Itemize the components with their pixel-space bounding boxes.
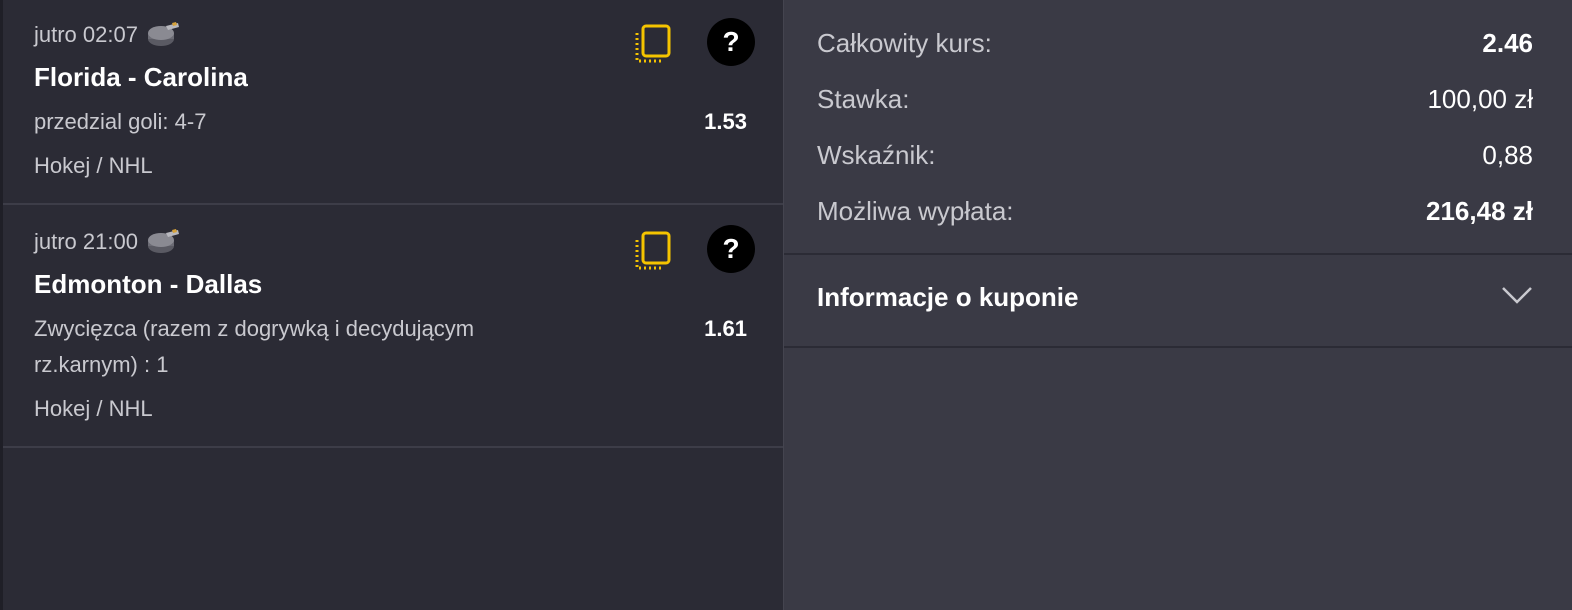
bet-list: jutro 02:07 Florida - Carolina przedzial… <box>0 0 783 610</box>
payout-value: 216,48 zł <box>1426 196 1533 226</box>
bet-league: Hokej / NHL <box>34 153 153 178</box>
help-button[interactable]: ? <box>707 18 755 66</box>
hockey-puck-icon <box>146 229 179 255</box>
bet-teams: Edmonton - Dallas <box>34 269 263 299</box>
coupon-summary: Całkowity kurs: 2.46 Stawka: 100,00 zł W… <box>784 0 1572 610</box>
divider <box>784 346 1572 348</box>
coupon-info-toggle[interactable]: Informacje o kuponie <box>817 282 1533 313</box>
bet-item: jutro 21:00 Edmonton - Dallas Zwycięzca … <box>3 205 783 448</box>
bet-teams: Florida - Carolina <box>34 62 248 92</box>
total-odds-row: Całkowity kurs: 2.46 <box>817 28 1533 59</box>
payout-row: Możliwa wypłata: 216,48 zł <box>817 196 1533 227</box>
question-icon: ? <box>722 233 740 264</box>
bet-league: Hokej / NHL <box>34 396 153 421</box>
bet-item: jutro 02:07 Florida - Carolina przedzial… <box>3 0 783 205</box>
chevron-down-icon <box>1501 285 1533 310</box>
bet-time: jutro 02:07 <box>34 22 179 48</box>
bet-market: przedzial goli: 4-7 <box>34 109 207 134</box>
bet-time-text: jutro 21:00 <box>34 229 138 254</box>
coupon-info-label: Informacje o kuponie <box>817 282 1079 312</box>
total-odds-value: 2.46 <box>1482 28 1533 58</box>
divider <box>784 253 1572 255</box>
stake-value: 100,00 zł <box>1427 84 1533 114</box>
stake-row: Stawka: 100,00 zł <box>817 84 1533 115</box>
copy-icon <box>635 231 671 270</box>
hockey-puck-icon <box>146 22 179 48</box>
total-odds-label: Całkowity kurs: <box>817 28 992 58</box>
copy-bet-button[interactable] <box>633 24 673 64</box>
copy-icon <box>635 24 671 63</box>
indicator-row: Wskaźnik: 0,88 <box>817 140 1533 171</box>
question-icon: ? <box>722 26 740 57</box>
indicator-value: 0,88 <box>1482 140 1533 170</box>
indicator-label: Wskaźnik: <box>817 140 936 170</box>
bet-time-text: jutro 02:07 <box>34 22 138 47</box>
bet-odd: 1.61 <box>704 316 747 341</box>
bet-odd: 1.53 <box>704 109 747 134</box>
help-button[interactable]: ? <box>707 225 755 273</box>
bet-time: jutro 21:00 <box>34 229 179 255</box>
copy-bet-button[interactable] <box>633 231 673 271</box>
bet-market: Zwycięzca (razem z dogrywką i decydujący… <box>34 316 475 377</box>
stake-label: Stawka: <box>817 84 910 114</box>
payout-label: Możliwa wypłata: <box>817 196 1014 226</box>
